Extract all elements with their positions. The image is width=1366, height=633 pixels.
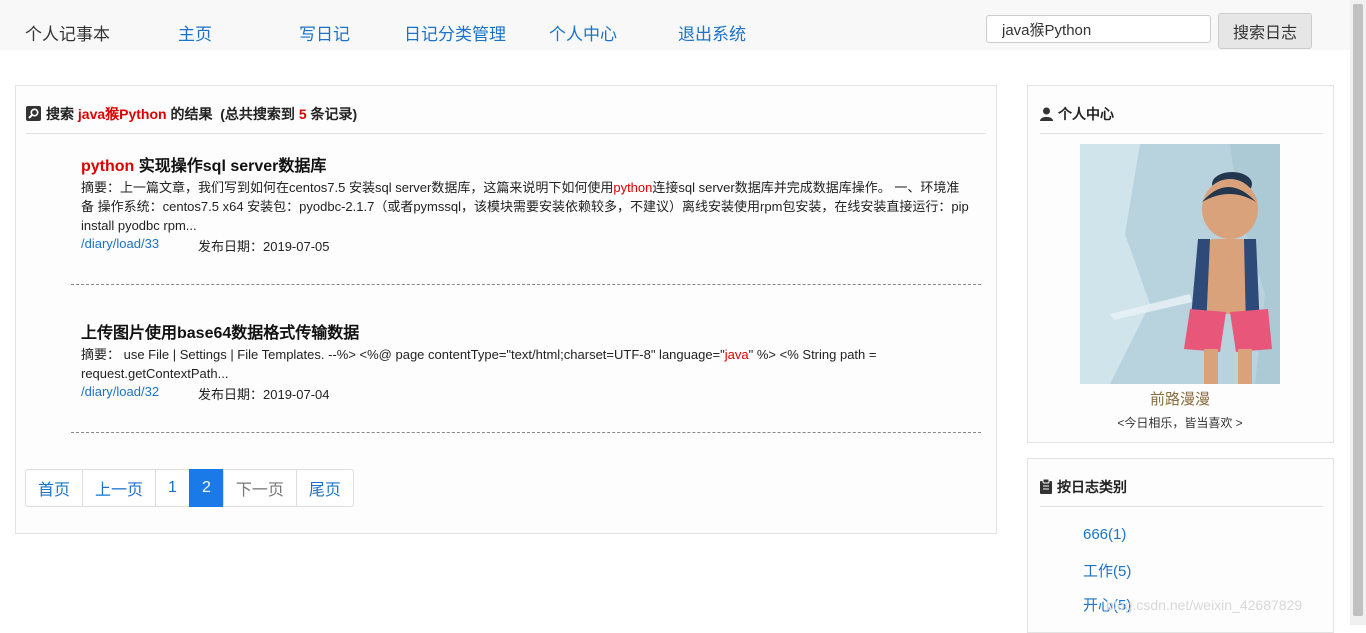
category-link[interactable]: 工作(5)	[1083, 560, 1131, 581]
user-icon	[1040, 107, 1053, 121]
nav-category-manage[interactable]: 日记分类管理	[404, 20, 506, 45]
profile-heading-text: 个人中心	[1058, 106, 1114, 122]
divider	[1040, 506, 1323, 507]
result-link[interactable]: /diary/load/33	[81, 236, 159, 251]
clipboard-icon	[1040, 479, 1052, 494]
nav-write-diary[interactable]: 写日记	[299, 20, 350, 45]
result-separator	[71, 284, 981, 285]
divider	[26, 133, 986, 134]
result-link[interactable]: /diary/load/32	[81, 384, 159, 399]
category-heading-text: 按日志类别	[1057, 479, 1127, 495]
nav-home[interactable]: 主页	[178, 20, 212, 45]
profile-name: 前路漫漫	[1149, 391, 1210, 408]
page-first[interactable]: 首页	[25, 469, 84, 507]
results-heading: 搜索 java猴Python 的结果 (总共搜索到 5 条记录)	[26, 104, 357, 124]
page-last[interactable]: 尾页	[295, 469, 354, 507]
pagination: 首页 上一页 1 2 下一页 尾页	[25, 469, 354, 507]
page-1[interactable]: 1	[155, 469, 190, 507]
summary-text: 摘要：上一篇文章，我们写到如何在centos7.5 安装sql server数据…	[81, 180, 614, 195]
avatar	[1080, 144, 1280, 384]
results-total-suffix: 条记录)	[310, 106, 358, 122]
result-title-text[interactable]: 上传图片使用base64数据格式传输数据	[81, 325, 359, 342]
summary-highlight: python	[613, 180, 653, 195]
results-prefix: 搜索	[46, 106, 74, 122]
page-prev[interactable]: 上一页	[82, 469, 157, 507]
category-link[interactable]: 666(1)	[1083, 526, 1126, 543]
search-button[interactable]: 搜索日志	[1218, 13, 1312, 49]
page-next[interactable]: 下一页	[222, 469, 297, 507]
summary-highlight: java	[724, 347, 749, 362]
results-total-count: 5	[298, 106, 307, 122]
page-2[interactable]: 2	[188, 469, 224, 507]
watermark: blog.csdn.net/weixin_42687829	[1106, 597, 1303, 613]
result-date: 发布日期：2019-07-05	[198, 239, 330, 254]
brand-title[interactable]: 个人记事本	[25, 20, 110, 45]
nav-logout[interactable]: 退出系统	[678, 20, 746, 45]
result-title-text[interactable]: 实现操作sql server数据库	[134, 158, 327, 175]
results-middle: 的结果	[170, 106, 213, 122]
results-total-prefix: (总共搜索到	[220, 106, 295, 122]
profile-heading: 个人中心	[1040, 104, 1114, 124]
category-heading: 按日志类别	[1040, 477, 1127, 497]
result-summary: 摘要： use File | Settings | File Templates…	[81, 345, 971, 383]
search-icon	[26, 106, 41, 121]
divider	[1040, 133, 1323, 134]
result-separator	[71, 432, 981, 433]
result-title-highlight[interactable]: python	[81, 158, 134, 175]
results-keyword: java猴Python	[77, 106, 167, 122]
scrollbar-thumb[interactable]	[1353, 4, 1363, 616]
profile-motto: <今日相乐，皆当喜欢 >	[1117, 416, 1243, 430]
nav-personal-center[interactable]: 个人中心	[549, 20, 617, 45]
search-input[interactable]	[986, 15, 1211, 43]
top-navbar: 个人记事本 主页 写日记 日记分类管理 个人中心 退出系统 搜索日志	[0, 0, 1350, 50]
page-scrollbar[interactable]	[1350, 0, 1366, 625]
result-summary: 摘要：上一篇文章，我们写到如何在centos7.5 安装sql server数据…	[81, 178, 971, 235]
result-title[interactable]: python 实现操作sql server数据库	[81, 152, 326, 176]
result-date: 发布日期：2019-07-04	[198, 387, 330, 402]
result-title[interactable]: 上传图片使用base64数据格式传输数据	[81, 319, 359, 343]
summary-text: 摘要： use File | Settings | File Templates…	[81, 347, 725, 362]
